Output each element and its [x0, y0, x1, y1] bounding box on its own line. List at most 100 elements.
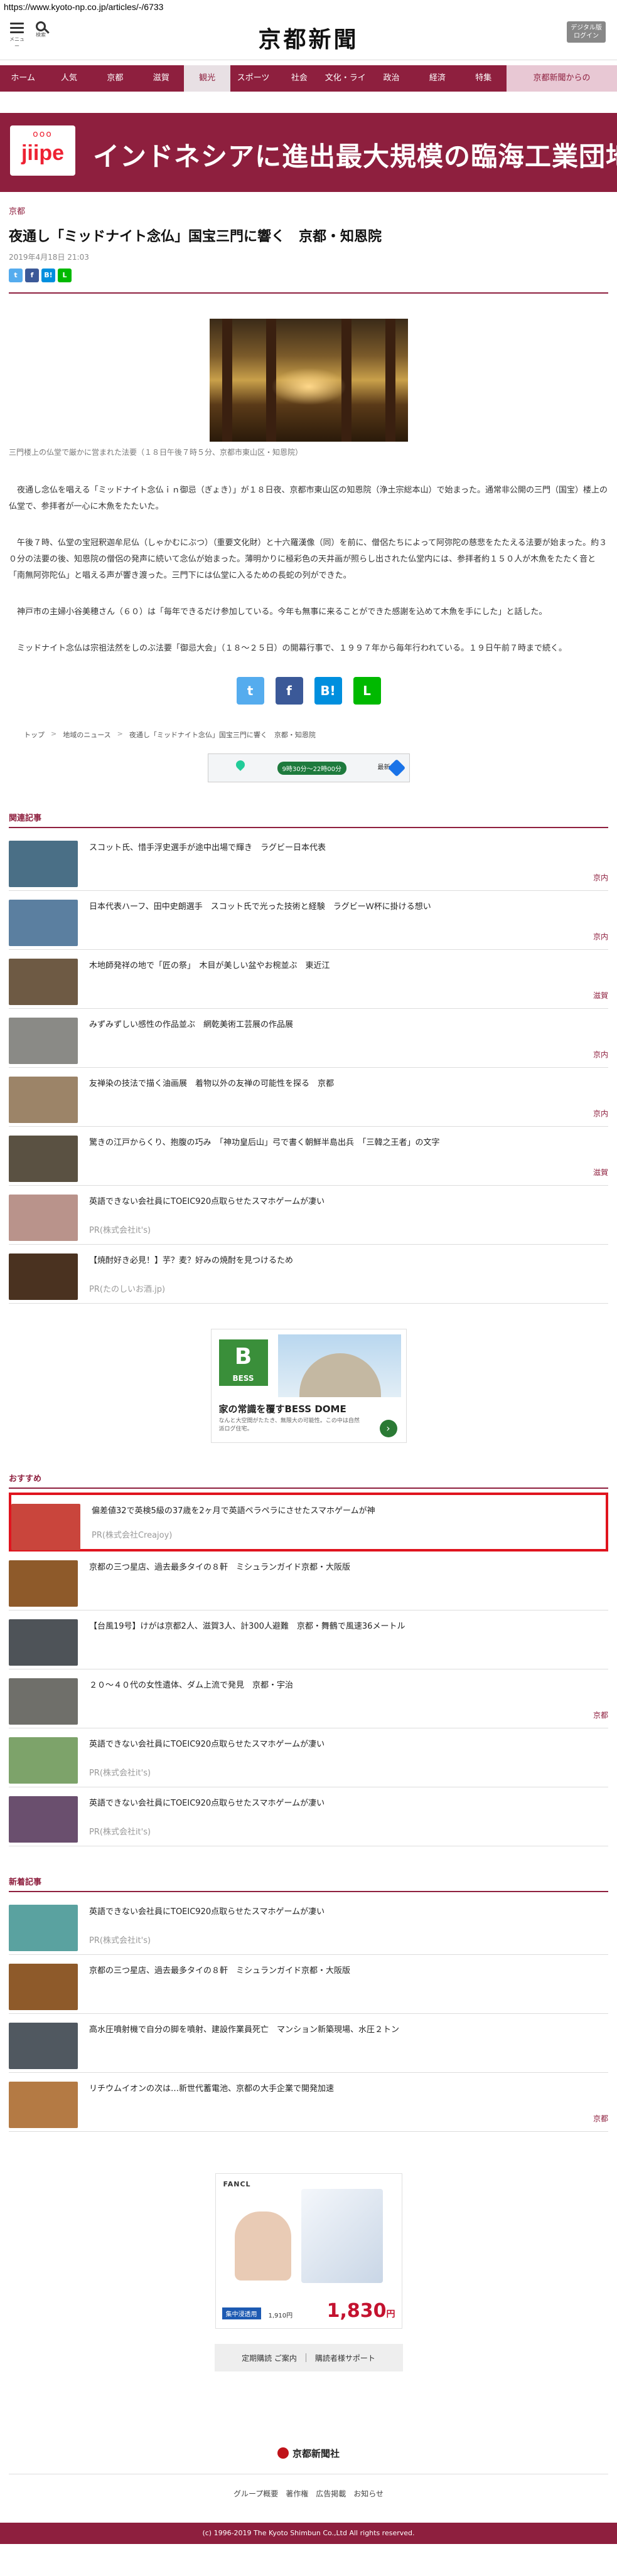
- article-section[interactable]: 京都: [0, 205, 617, 216]
- recommend-headline: 【台風19号】けがは京都2人、滋賀3人、計300人避難 京都・舞鶴で風速36メー…: [89, 1622, 405, 1631]
- latest-item[interactable]: 京都の三つ星店、過去最多タイの８軒 ミシュランガイド京都・大阪版: [9, 1955, 608, 2014]
- breadcrumb: トップ > 地域のニュース > 夜通し「ミッドナイト念仏」国宝三門に響く 京都・…: [0, 705, 617, 740]
- subscription-guide-link[interactable]: 定期購読 ご案内: [242, 2353, 297, 2363]
- kyoto-np-logo-icon: [277, 2447, 289, 2459]
- related-item[interactable]: スコット氏、惜手浮史選手が途中出場で輝き ラグビー日本代表 京内: [9, 832, 608, 891]
- nav-item-kyoto[interactable]: 京都: [92, 65, 138, 92]
- nav-item-politics[interactable]: 政治: [368, 65, 414, 92]
- twitter-share-icon[interactable]: t: [236, 677, 264, 705]
- price-unit: 円: [386, 2309, 395, 2319]
- fancl-ad-price: 1,830円: [327, 2300, 395, 2322]
- digital-login-button[interactable]: デジタル版 ログイン: [567, 21, 606, 43]
- nav-item-popular[interactable]: 人気: [46, 65, 92, 92]
- share-buttons-bottom: t f B! L: [0, 677, 617, 705]
- brand-name: jiipe: [21, 141, 65, 165]
- latest-headline: 京都の三つ星店、過去最多タイの８軒 ミシュランガイド京都・大阪版: [89, 1966, 351, 1976]
- recommend-item[interactable]: 京都の三つ星店、過去最多タイの８軒 ミシュランガイド京都・大阪版: [9, 1551, 608, 1610]
- footer-link-news[interactable]: お知らせ: [353, 2488, 384, 2499]
- brand-mark: ooo: [33, 129, 53, 139]
- related-item[interactable]: 木地師発祥の地で「匠の祭」 木目が美しい盆やお椀並ぶ 東近江 滋賀: [9, 950, 608, 1009]
- footer-link-copyright[interactable]: 著作権: [286, 2488, 308, 2499]
- recommend-item[interactable]: 【台風19号】けがは京都2人、滋賀3人、計300人避難 京都・舞鶴で風速36メー…: [9, 1610, 608, 1669]
- nav-item-culture[interactable]: 文化・ライフ: [323, 65, 368, 109]
- bess-ad-subtext: なんと大空間がたたき、無限大の可能性。この中は自然派ログ住宅。: [218, 1418, 360, 1432]
- latest-headline: 英語できない会社員にTOEIC920点取らせたスマホゲームが凄い: [89, 1907, 325, 1917]
- related-item[interactable]: みずみずしい感性の作品並ぶ 網乾美術工芸展の作品展 京内: [9, 1009, 608, 1068]
- site-header: メニュー 検索 京都新聞 デジタル版 ログイン: [0, 15, 617, 60]
- nav-item-economy[interactable]: 経済: [414, 65, 460, 92]
- footer-link-ads[interactable]: 広告掲載: [316, 2488, 346, 2499]
- recommend-headline: 英語できない会社員にTOEIC920点取らせたスマホゲームが凄い: [89, 1740, 325, 1749]
- line-share-icon[interactable]: L: [353, 677, 381, 705]
- nav-item-from-kyoto-np[interactable]: 京都新聞からの: [506, 65, 617, 92]
- related-category: 滋賀: [593, 991, 608, 1000]
- related-thumbnail: [9, 1018, 78, 1064]
- related-item[interactable]: 友禅染の技法で描く油画展 着物以外の友禅の可能性を探る 京都 京内: [9, 1068, 608, 1127]
- site-logo[interactable]: 京都新聞: [0, 21, 617, 54]
- article-body: 夜通し念仏を唱える「ミッドナイト念仏ｉｎ御忌（ぎょき）」が１８日夜、京都市東山区…: [0, 482, 617, 657]
- footer-link-group[interactable]: グループ概要: [233, 2488, 278, 2499]
- related-thumbnail: [9, 1077, 78, 1123]
- bess-ad[interactable]: B BESS 家の常識を覆すBESS DOME なんと大空間がたたき、無限大の可…: [210, 1329, 407, 1443]
- recommend-list: 偏差値32で英検5級の37歳を2ヶ月で英語ペラペラにさせたスマホゲームが神 PR…: [0, 1493, 617, 1846]
- arrow-right-icon[interactable]: ›: [379, 1420, 397, 1437]
- hatena-share-icon[interactable]: B!: [314, 677, 342, 705]
- fancl-ad-original-price: 1,910円: [268, 2313, 293, 2319]
- related-item[interactable]: 日本代表ハーフ、田中史朗選手 スコット氏で光った技術と経験 ラグビーＷ杯に掛ける…: [9, 891, 608, 950]
- sponsor-label: PR(株式会社Creajoy): [92, 1531, 173, 1540]
- related-thumbnail: [9, 1253, 78, 1300]
- subscriber-support-link[interactable]: 購読者様サポート: [315, 2353, 375, 2363]
- related-headline: 木地師発祥の地で「匠の祭」 木目が美しい盆やお椀並ぶ 東近江: [89, 961, 330, 971]
- article-title: 夜通し「ミッドナイト念仏」国宝三門に響く 京都・知恩院: [9, 229, 382, 245]
- browser-url[interactable]: https://www.kyoto-np.co.jp/articles/-/67…: [0, 0, 617, 15]
- divider: [9, 1891, 608, 1892]
- related-item[interactable]: 【焼酎好き必見！】芋？麦？好みの焼酎を見つけるため PR(たのしいお酒.jp): [9, 1245, 608, 1304]
- top-banner-ad[interactable]: ooo jiipe インドネシアに進出最大規模の臨海工業団地: [0, 113, 617, 192]
- line-share-icon[interactable]: L: [58, 269, 72, 282]
- nav-item-sports[interactable]: スポーツ: [230, 65, 276, 92]
- nav-item-tourism[interactable]: 観光: [184, 65, 230, 92]
- recommend-thumbnail: [11, 1504, 80, 1550]
- latest-item[interactable]: 高水圧噴射機で自分の脚を噴射、建設作業員死亡 マンション新築現場、水圧２トン: [9, 2014, 608, 2073]
- related-title: 関連記事: [9, 814, 42, 823]
- nav-item-society[interactable]: 社会: [276, 65, 322, 92]
- related-item[interactable]: 驚きの江戸からくり、抱腹の巧み 「神功皇后山」弓で書く朝鮮半島出兵 「三韓之王者…: [9, 1127, 608, 1186]
- sponsor-label: PR(株式会社it's): [89, 1936, 151, 1945]
- related-item[interactable]: 英語できない会社員にTOEIC920点取らせたスマホゲームが凄い PR(株式会社…: [9, 1186, 608, 1245]
- nav-item-features[interactable]: 特集: [461, 65, 507, 92]
- bess-ad-title: 家の常識を覆すBESS DOME: [218, 1403, 346, 1415]
- map-ad[interactable]: 9時30分〜22時00分 最新値: [207, 753, 410, 782]
- breadcrumb-item[interactable]: トップ: [24, 730, 45, 740]
- breadcrumb-separator: >: [51, 730, 57, 738]
- recommend-item[interactable]: ２０～４０代の女性遺体、ダム上流で発見 京都・宇治 京都: [9, 1669, 608, 1728]
- nav-item-home[interactable]: ホーム: [0, 65, 46, 92]
- breadcrumb-separator: >: [117, 730, 123, 738]
- banner-headline: インドネシアに進出最大規模の臨海工業団地: [93, 141, 617, 172]
- digital-label: デジタル版: [571, 24, 602, 31]
- twitter-share-icon[interactable]: t: [9, 269, 23, 282]
- latest-item[interactable]: 英語できない会社員にTOEIC920点取らせたスマホゲームが凄い PR(株式会社…: [9, 1896, 608, 1955]
- fancl-ad[interactable]: FANCL 集中浸透用 1,910円 1,830円: [215, 2173, 402, 2329]
- article-photo[interactable]: [209, 319, 408, 442]
- latest-item[interactable]: リチウムイオンの次は…新世代蓄電池、京都の大手企業で開発加速 京都: [9, 2073, 608, 2132]
- related-thumbnail: [9, 1195, 78, 1241]
- recommend-item[interactable]: 偏差値32で英検5級の37歳を2ヶ月で英語ペラペラにさせたスマホゲームが神 PR…: [9, 1493, 608, 1551]
- hatena-share-icon[interactable]: B!: [41, 269, 55, 282]
- footer-logo[interactable]: 京都新聞社: [0, 2447, 617, 2460]
- article-paragraph: 神戸市の主婦小谷美穂さん（６０）は「毎年できるだけ参加している。今年も無事に来る…: [17, 607, 547, 617]
- related-thumbnail: [9, 900, 78, 946]
- breadcrumb-item[interactable]: 地域のニュース: [63, 730, 110, 740]
- related-category: 京内: [593, 873, 608, 882]
- recommend-headline: ２０～４０代の女性遺体、ダム上流で発見 京都・宇治: [89, 1681, 294, 1690]
- facebook-share-icon[interactable]: f: [275, 677, 303, 705]
- related-headline: スコット氏、惜手浮史選手が途中出場で輝き ラグビー日本代表: [89, 843, 326, 853]
- recommend-item[interactable]: 英語できない会社員にTOEIC920点取らせたスマホゲームが凄い PR(株式会社…: [9, 1787, 608, 1846]
- divider: [9, 827, 608, 828]
- related-category: 京内: [593, 1050, 608, 1059]
- sponsor-label: PR(株式会社it's): [89, 1769, 151, 1778]
- recommend-item[interactable]: 英語できない会社員にTOEIC920点取らせたスマホゲームが凄い PR(株式会社…: [9, 1728, 608, 1787]
- nav-item-shiga[interactable]: 滋賀: [138, 65, 184, 92]
- facebook-share-icon[interactable]: f: [25, 269, 39, 282]
- photo-caption: 三門楼上の仏堂で厳かに営まれた法要（１８日午後７時５分、京都市東山区・知恩院）: [9, 448, 303, 457]
- related-headline: 日本代表ハーフ、田中史朗選手 スコット氏で光った技術と経験 ラグビーＷ杯に掛ける…: [89, 902, 431, 912]
